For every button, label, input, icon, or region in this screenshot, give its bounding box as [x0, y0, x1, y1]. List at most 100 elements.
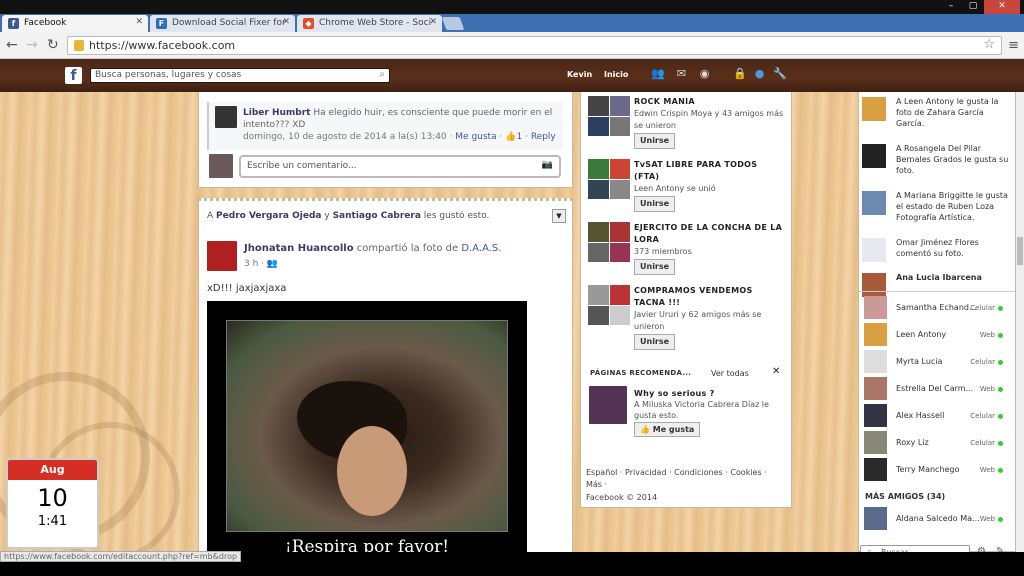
join-group-button[interactable]: Unirse [634, 334, 676, 350]
status-url: https://www.facebook.com/editaccount.php… [0, 551, 242, 562]
avatar [864, 377, 887, 400]
comment-author[interactable]: Liber Humbrt [243, 108, 310, 118]
close-icon[interactable]: ✕ [772, 366, 780, 377]
lock-icon [74, 40, 84, 51]
face-shape [337, 426, 407, 516]
home-link[interactable]: Inicio [604, 70, 628, 79]
search-input[interactable]: Busca personas, lugares y cosas ⌕ [90, 68, 390, 83]
socialfixer-icon: F [156, 18, 167, 29]
close-tab-icon[interactable]: ✕ [135, 17, 143, 27]
group-thumbnails[interactable] [588, 96, 630, 136]
group-thumbnails[interactable] [588, 285, 630, 325]
reply-link[interactable]: Reply [531, 132, 556, 142]
post-options-chevron-icon[interactable]: ▼ [552, 209, 566, 223]
privacy-lock-icon[interactable]: 🔒 [733, 67, 747, 81]
avatar [864, 431, 887, 454]
join-group-button[interactable]: Unirse [634, 259, 676, 275]
profile-link[interactable]: Kevin [567, 70, 592, 79]
page-avatar[interactable] [589, 386, 627, 424]
tab-webstore[interactable]: ◆ Chrome Web Store - Soci ✕ [297, 15, 442, 32]
post-source[interactable]: D.A.A.S. [461, 243, 501, 254]
close-window-icon[interactable]: ✕ [984, 0, 1020, 14]
calendar-widget: Aug 10 1:41 [6, 458, 99, 549]
photo-content [226, 320, 508, 532]
forward-icon[interactable]: → [26, 37, 38, 53]
webstore-icon: ◆ [303, 18, 314, 29]
write-comment-input[interactable]: Escribe un comentario... 📷 [239, 155, 561, 178]
group-title[interactable]: ROCK MANIA [634, 96, 784, 108]
scrollbar-thumb[interactable] [1017, 237, 1023, 265]
post-action: compartió la foto de [356, 243, 459, 254]
page-subtitle: A Miluska Victoria Cabrera Díaz le gusta… [634, 400, 769, 420]
like-link[interactable]: Me gusta [455, 132, 496, 142]
chat-contact[interactable]: Myrta Lucia Celular [862, 349, 1012, 375]
notifications-globe-icon[interactable]: ◉ [698, 67, 711, 81]
online-status-icon [998, 387, 1003, 392]
online-status-icon [998, 360, 1003, 365]
group-subtitle: 373 miembros [634, 247, 692, 256]
window-controls: – ▢ ✕ [940, 0, 1020, 14]
address-bar[interactable]: https://www.facebook.com ☆ [67, 36, 1002, 55]
tab-social-fixer[interactable]: F Download Social Fixer for ✕ [150, 15, 295, 32]
chat-contact[interactable]: Leen Antony Web [862, 322, 1012, 348]
group-title[interactable]: COMPRAMOS VENDEMOS TACNA !!! [634, 285, 784, 309]
calendar-day: 10 [37, 484, 68, 512]
group-title[interactable]: TvSAT LIBRE PARA TODOS (FTA) [634, 159, 784, 183]
thumbs-up-icon: 👍 [640, 425, 653, 434]
page-title[interactable]: Why so serious ? [634, 388, 786, 399]
liker-name[interactable]: Pedro Vergara Ojeda [216, 211, 321, 221]
minimize-icon[interactable]: – [940, 0, 962, 14]
comment-card: Liber Humbrt Ha elegido huir, es conscie… [198, 92, 573, 188]
post-card: A Pedro Vergara Ojeda y Santiago Cabrera… [198, 198, 573, 563]
new-tab-button[interactable] [441, 17, 465, 30]
post-author[interactable]: Jhonatan Huancollo [244, 243, 354, 254]
join-group-button[interactable]: Unirse [634, 133, 676, 149]
footer-links[interactable]: Español · Privacidad · Condiciones · Coo… [586, 467, 776, 491]
comment-placeholder: Escribe un comentario... [247, 161, 357, 171]
tab-facebook[interactable]: f Facebook ✕ [2, 15, 148, 32]
group-thumbnails[interactable] [588, 222, 630, 262]
like-page-button[interactable]: Me gusta [653, 425, 695, 434]
post-photo[interactable]: ¡Respira por favor! [207, 301, 527, 563]
chat-contact[interactable]: Aldana Salcedo Ma... Web [862, 506, 1012, 532]
reload-icon[interactable]: ↻ [47, 37, 59, 53]
browser-toolbar: ← → ↻ https://www.facebook.com ☆ ≡ [0, 32, 1024, 59]
search-icon[interactable]: ⌕ [379, 69, 385, 80]
group-thumbnails[interactable] [588, 159, 630, 199]
chat-contact[interactable]: Samantha Echand... Celular [862, 295, 1012, 321]
avatar [864, 507, 887, 530]
facebook-logo-icon[interactable]: f [65, 67, 82, 84]
camera-icon[interactable]: 📷 [542, 160, 553, 170]
online-status-icon [998, 306, 1003, 311]
messages-icon[interactable]: ✉ [675, 67, 688, 81]
group-suggestion: EJERCITO DE LA CONCHA DE LA LORA 373 mie… [588, 222, 788, 280]
chat-contact[interactable]: Terry Manchego Web [862, 457, 1012, 483]
online-status-icon [998, 333, 1003, 338]
avatar [864, 296, 887, 319]
audience-icon[interactable]: 👥 [267, 259, 278, 269]
settings-wrench-icon[interactable]: 🔧 [773, 67, 787, 81]
like-count[interactable]: 1 [516, 132, 522, 142]
liker-name[interactable]: Santiago Cabrera [333, 211, 421, 221]
close-tab-icon[interactable]: ✕ [429, 17, 437, 27]
see-all-link[interactable]: Ver todas [711, 369, 749, 378]
chat-contact[interactable]: Estrella Del Carm... Web [862, 376, 1012, 402]
menu-icon[interactable]: ≡ [1008, 38, 1019, 53]
close-tab-icon[interactable]: ✕ [282, 17, 290, 27]
friend-requests-icon[interactable]: 👥 [651, 67, 665, 81]
extension-globe-icon[interactable]: ● [753, 67, 766, 81]
bookmark-star-icon[interactable]: ☆ [983, 37, 995, 52]
avatar [862, 191, 886, 215]
post-time[interactable]: 3 h [244, 259, 258, 269]
group-title[interactable]: EJERCITO DE LA CONCHA DE LA LORA [634, 222, 784, 246]
maximize-icon[interactable]: ▢ [962, 0, 984, 14]
comment-date[interactable]: domingo, 10 de agosto de 2014 a la(s) 13… [243, 132, 447, 142]
chat-contact[interactable]: Alex Hassell Celular [862, 403, 1012, 429]
avatar[interactable] [215, 106, 237, 128]
group-subtitle: Javier Ururi y 62 amigos más se unieron [634, 310, 762, 331]
avatar[interactable] [207, 241, 237, 271]
join-group-button[interactable]: Unirse [634, 196, 676, 212]
back-icon[interactable]: ← [6, 37, 18, 53]
sidebar-scrollbar[interactable] [1016, 92, 1024, 552]
chat-contact[interactable]: Roxy Liz Celular [862, 430, 1012, 456]
